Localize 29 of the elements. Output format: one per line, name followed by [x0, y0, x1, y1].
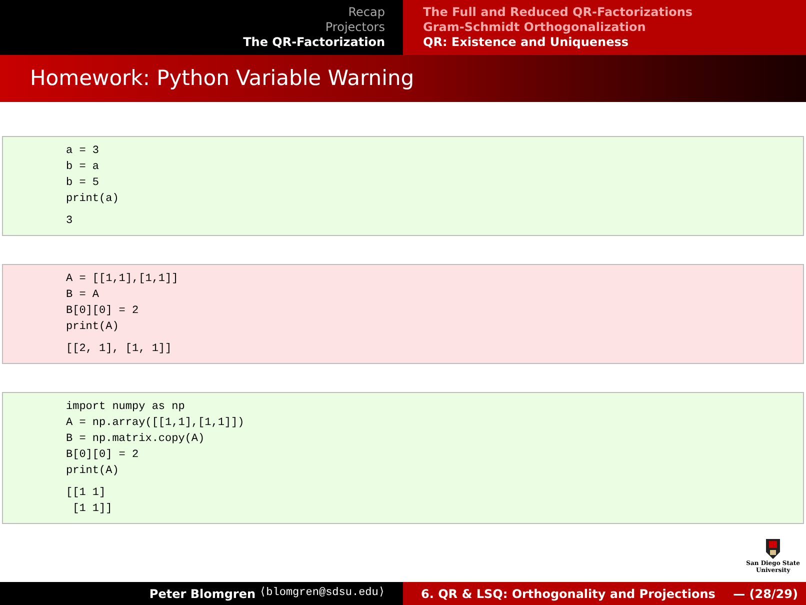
output-line: [[2, 1], [1, 1]]	[66, 342, 173, 357]
code-line: B = A	[66, 288, 100, 303]
section-link[interactable]: Recap	[348, 5, 385, 20]
code-line: print(A)	[66, 320, 120, 335]
code-line: B[0][0] = 2	[66, 448, 140, 463]
code-line: A = [[1,1],[1,1]]	[66, 272, 180, 287]
code-line: b = 5	[66, 176, 100, 191]
subsection-link[interactable]: Gram-Schmidt Orthogonalization	[423, 20, 806, 35]
code-line: B[0][0] = 2	[66, 304, 140, 319]
code-line: a = 3	[66, 144, 100, 159]
page-number: — (28/29)	[733, 586, 798, 602]
code-line: print(a)	[66, 192, 120, 207]
slide-title: Homework: Python Variable Warning	[0, 55, 806, 102]
section-link[interactable]: The QR-Factorization	[243, 35, 385, 50]
output-line: [1 1]]	[72, 502, 114, 517]
subsection-link[interactable]: The Full and Reduced QR-Factorizations	[423, 5, 806, 20]
section-link[interactable]: Projectors	[325, 20, 385, 35]
author-name: Peter Blomgren	[149, 586, 256, 602]
output-line: 3	[66, 214, 74, 229]
author-email: ⟨blomgren@sdsu.edu⟩	[260, 586, 385, 602]
output-line: [[1 1]	[66, 486, 107, 501]
code-line: b = a	[66, 160, 100, 175]
code-line: print(A)	[66, 464, 120, 479]
talk-title: 6. QR & LSQ: Orthogonality and Projections	[421, 586, 716, 602]
code-line: import numpy as np	[66, 400, 186, 415]
code-line: B = np.matrix.copy(A)	[66, 432, 206, 447]
subsection-link[interactable]: QR: Existence and Uniqueness	[423, 35, 806, 50]
code-line: A = np.array([[1,1],[1,1]])	[66, 416, 246, 431]
shield-logo-icon	[765, 538, 782, 560]
